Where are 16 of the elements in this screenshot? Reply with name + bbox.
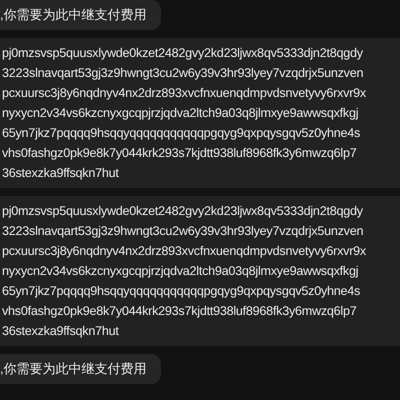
- text-line: pj0mzsvsp5quusxlywde0kzet2482gvy2kd23ljwx8qv5333djn2t8qgdy: [2, 45, 364, 62]
- text-line: 36stexzka9ffsqkn7hut: [2, 323, 120, 340]
- text-line: nyxycn2v34vs6kzcnyxgcqpjrzjqdva2ltch9a03q8jlmxye9awwsqxfkgj: [2, 105, 360, 122]
- text-line: pcxuursc3j8y6nqdnyv4nx2drz893xvcfnxuenqdmpvdsnvetyvy6rxvr9x: [2, 243, 367, 260]
- message-bubble: ,你需要为此中继支付费用: [0, 354, 161, 384]
- text-line: vhs0fashgz0pk9e8k7y044krk293s7kjdtt938luf8968fk3y6mwzq6lp7: [2, 145, 358, 162]
- text-line: 65yn7jkz7pqqqq9hsqqyqqqqqqqqqqqpgqyg9qxpqysgqv5z0yhne4s: [2, 283, 362, 300]
- text-line: 36stexzka9ffsqkn7hut: [2, 165, 120, 182]
- text-line: vhs0fashgz0pk9e8k7y044krk293s7kjdtt938luf8968fk3y6mwzq6lp7: [2, 303, 358, 320]
- text-line: 3223slnavqart53gj3z9hwngt3cu2w6y39v3hr93lyey7vzqdrjx5unzven: [2, 65, 364, 82]
- text-line: 65yn7jkz7pqqqq9hsqqyqqqqqqqqqqqpgqyg9qxpqysgqv5z0yhne4s: [2, 125, 362, 142]
- text-line: pj0mzsvsp5quusxlywde0kzet2482gvy2kd23ljwx8qv5333djn2t8qgdy: [2, 203, 364, 220]
- text-line: 3223slnavqart53gj3z9hwngt3cu2w6y39v3hr93lyey7vzqdrjx5unzven: [2, 223, 364, 240]
- text-line: pcxuursc3j8y6nqdnyv4nx2drz893xvcfnxuenqdmpvdsnvetyvy6rxvr9x: [2, 85, 367, 102]
- text-line: nyxycn2v34vs6kzcnyxgcqpjrzjqdva2ltch9a03q8jlmxye9awwsqxfkgj: [2, 263, 360, 280]
- message-bubble: ,你需要为此中继支付费用: [0, 0, 161, 30]
